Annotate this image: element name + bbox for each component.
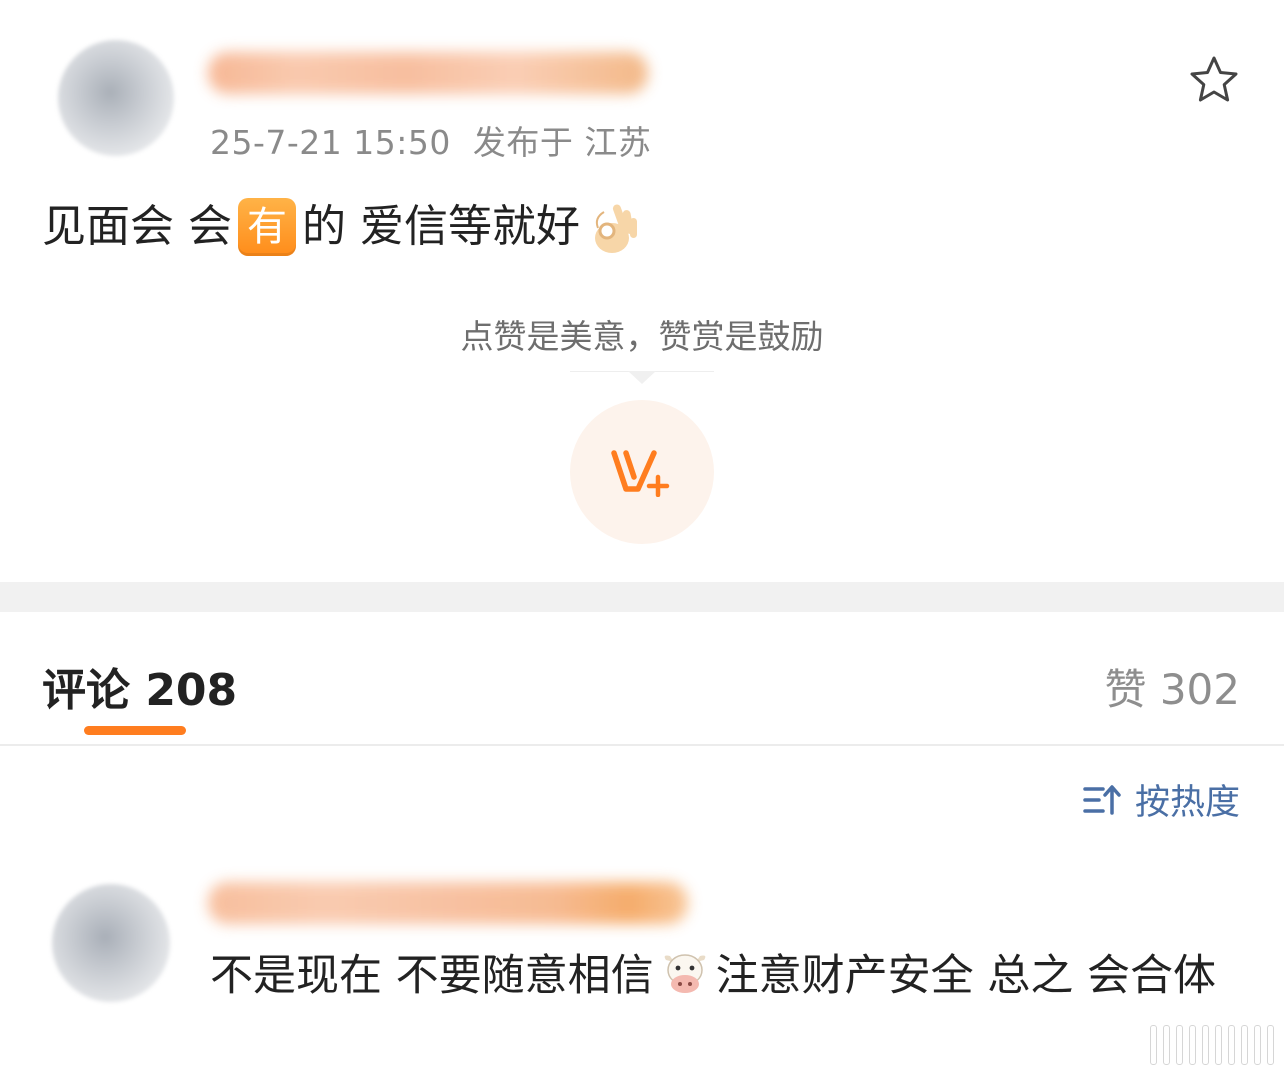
post-content: 见面会 会 有 的 爱信等就好 bbox=[42, 192, 642, 262]
post-meta: 25-7-21 15:50 发布于 江苏 bbox=[210, 116, 651, 164]
post-location: 发布于 江苏 bbox=[472, 123, 652, 162]
post-text-part-2: 的 爱信等就好 bbox=[302, 201, 580, 252]
post-timestamp: 25-7-21 15:50 bbox=[210, 123, 451, 162]
comment-tabs: 评论 208 赞 302 bbox=[0, 612, 1284, 746]
cow-face-icon bbox=[664, 954, 706, 993]
sort-button[interactable]: 按热度 bbox=[1083, 774, 1240, 825]
post-card: 25-7-21 15:50 发布于 江苏 见面会 会 有 的 爱信等就好 点赞是美… bbox=[0, 0, 1284, 582]
author-name-blurred[interactable] bbox=[208, 52, 648, 94]
post-text-part-1: 见面会 会 bbox=[42, 201, 232, 252]
v-plus-icon bbox=[611, 450, 670, 497]
tab-comments[interactable]: 评论 208 bbox=[42, 654, 237, 718]
ok-hand-icon bbox=[595, 204, 637, 253]
sort-icon bbox=[1083, 784, 1121, 815]
comment-text-part-2: 注意财产安全 总之 会合体 bbox=[715, 951, 1217, 1001]
reward-pointer bbox=[628, 371, 656, 384]
tab-likes[interactable]: 赞 302 bbox=[1104, 656, 1240, 717]
comment-text-part-1: 不是现在 不要随意相信 bbox=[210, 951, 654, 1001]
you-badge-emoji: 有 bbox=[238, 198, 296, 256]
section-divider bbox=[0, 582, 1284, 612]
star-icon[interactable] bbox=[1188, 54, 1240, 106]
reward-button[interactable] bbox=[570, 400, 714, 544]
author-avatar[interactable] bbox=[58, 40, 174, 156]
comment-text: 不是现在 不要随意相信 注意财产安全 总之 会合体 bbox=[210, 944, 1240, 1008]
commenter-name-blurred[interactable] bbox=[208, 882, 688, 924]
sort-label: 按热度 bbox=[1134, 783, 1240, 823]
active-tab-indicator bbox=[84, 726, 186, 735]
commenter-avatar[interactable] bbox=[52, 884, 170, 1002]
reward-hint: 点赞是美意，赞赏是鼓励 bbox=[460, 317, 824, 356]
watermark bbox=[1150, 1025, 1274, 1065]
